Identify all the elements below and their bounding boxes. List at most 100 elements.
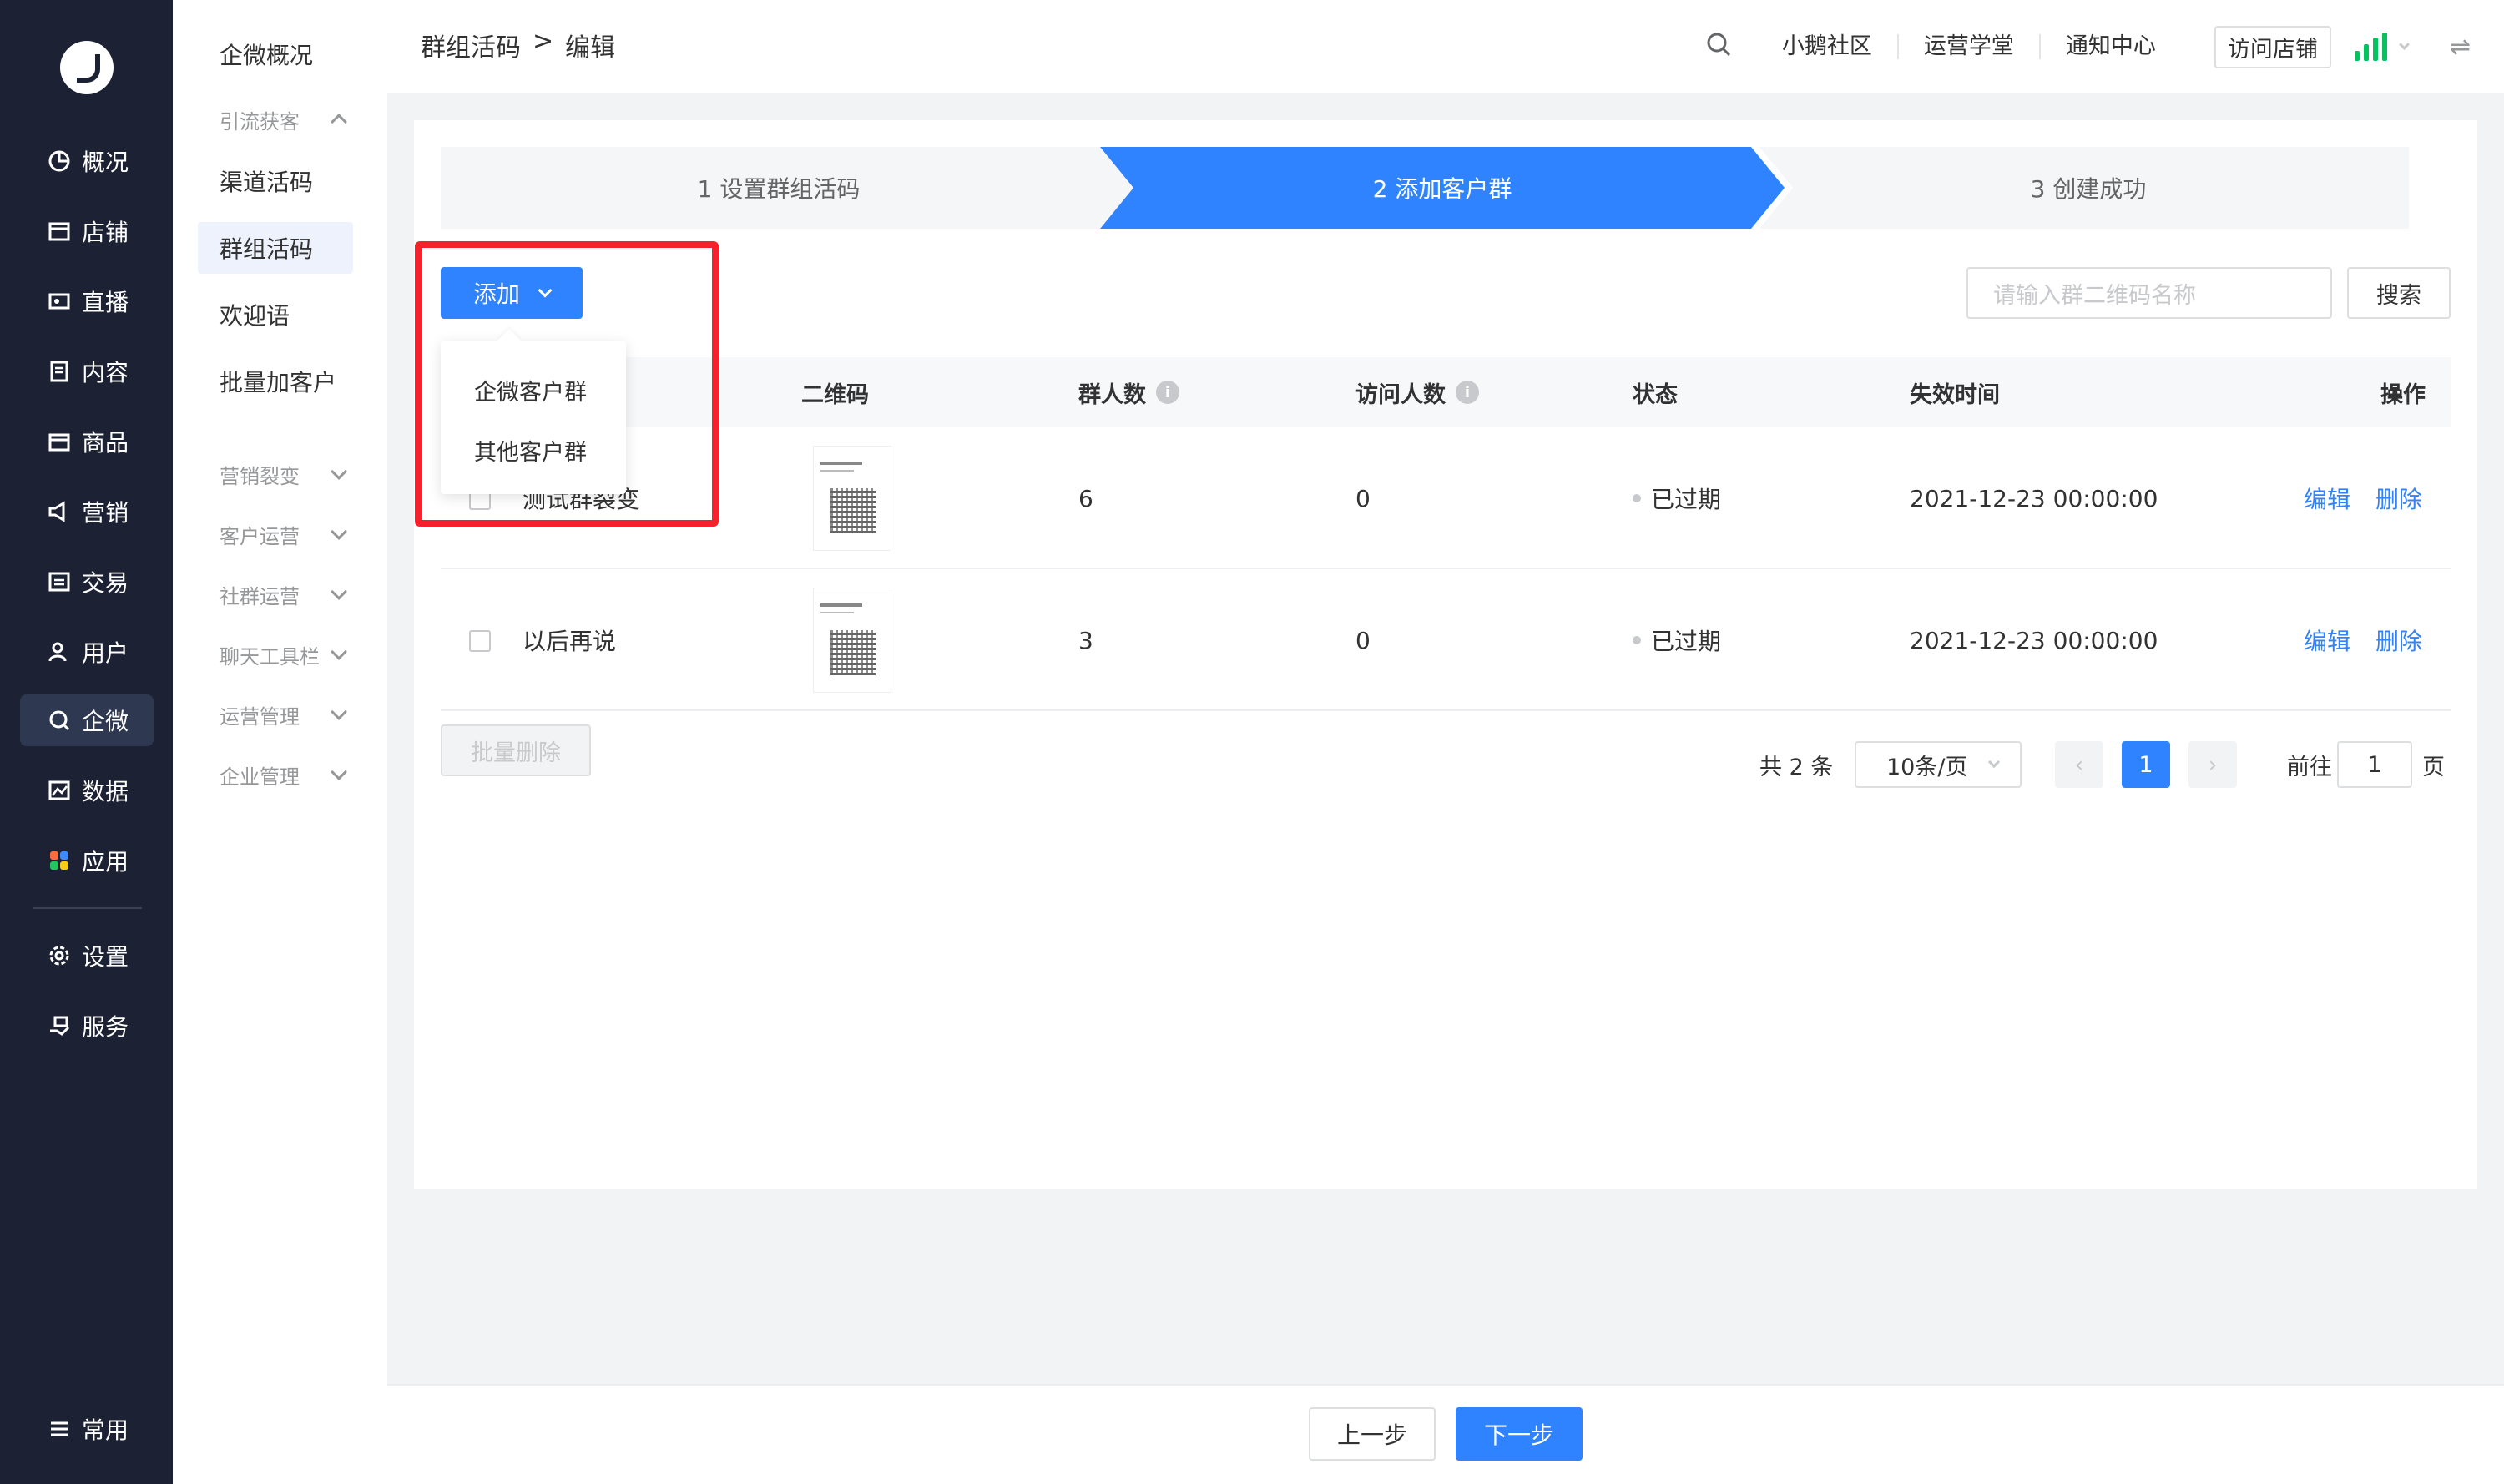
subnav-item-group-code[interactable]: 群组活码 [198,222,353,274]
chart-icon [45,776,73,805]
chevron-up-icon [331,114,347,130]
row-delete-link[interactable]: 删除 [2375,569,2422,711]
nav-item-common[interactable]: 常用 [20,1403,154,1455]
header-link-notifications[interactable]: 通知中心 [2041,34,2181,59]
pager-total: 共 2 条 [1759,754,1834,780]
chevron-right-icon: › [2208,751,2218,778]
next-step-button[interactable]: 下一步 [1456,1407,1583,1461]
subnav-group-community-ops[interactable]: 社群运营 [198,573,353,615]
step-2: 2 添加客户群 [1372,175,1512,203]
subnav-item-channel-code[interactable]: 渠道活码 [198,155,353,207]
row-delete-link[interactable]: 删除 [2375,427,2422,569]
row-status: 已过期 [1633,427,1721,569]
nav-item-settings[interactable]: 设置 [20,930,154,982]
subnav-group-enterprise-manage[interactable]: 企业管理 [198,754,353,795]
qr-code-image[interactable] [813,446,891,551]
pie-chart-icon [45,147,73,175]
step-3: 3 创建成功 [2030,175,2147,203]
header-links: 小鹅社区 运营学堂 通知中心 访问店铺 ⇌ [1680,23,2504,70]
nav-item-overview[interactable]: 概况 [20,135,154,187]
subnav-group-chat-toolbar[interactable]: 聊天工具栏 [198,633,353,675]
nav-item-marketing[interactable]: 营销 [20,486,154,538]
trade-icon [45,568,73,596]
row-expire: 2021-12-23 00:00:00 [1910,484,2158,512]
nav-item-goods[interactable]: 商品 [20,416,154,467]
nav-item-live[interactable]: 直播 [20,275,154,327]
switch-icon[interactable]: ⇌ [2450,33,2471,62]
chevron-down-icon [1987,755,2001,769]
gear-icon [45,941,73,970]
chevron-down-icon [331,523,347,540]
breadcrumb-parent[interactable]: 群组活码 [421,27,521,63]
nav-item-data[interactable]: 数据 [20,765,154,816]
page-size-select[interactable]: 10条/页 [1855,741,2022,788]
row-expire: 2021-12-23 00:00:00 [1910,626,2158,654]
col-actions: 操作 [2380,381,2426,408]
page-1-button[interactable]: 1 [2122,741,2170,788]
footer-bar [387,1384,2504,1484]
service-icon [45,1012,73,1040]
top-header: 群组活码 > 编辑 小鹅社区 运营学堂 通知中心 访问店铺 ⇌ [387,0,2504,93]
prev-step-button[interactable]: 上一步 [1309,1407,1436,1461]
next-page-button[interactable]: › [2188,741,2237,788]
row-members: 3 [1078,626,1093,654]
status-dot [1633,636,1641,644]
search-icon[interactable] [1680,31,1757,63]
col-expire: 失效时间 [1910,381,2000,408]
subnav-group-traffic[interactable]: 引流获客 [198,98,353,140]
info-icon[interactable]: i [1456,381,1479,404]
subnav-group-ops-manage[interactable]: 运营管理 [198,694,353,735]
col-qrcode: 二维码 [801,381,869,408]
prev-page-button[interactable]: ‹ [2055,741,2103,788]
chevron-down-icon [331,583,347,600]
col-visits: 访问人数 i [1355,357,1479,427]
nav-item-service[interactable]: 服务 [20,1000,154,1052]
chevron-left-icon: ‹ [2074,751,2084,778]
logo-icon[interactable] [60,41,114,94]
subnav-item-batch-add[interactable]: 批量加客户 [198,356,353,407]
nav-item-user[interactable]: 用户 [20,626,154,678]
sub-nav: 企微概况 引流获客 渠道活码 群组活码 欢迎语 批量加客户 营销裂变 客户运营 … [173,0,387,1484]
table-row: 以后再说 3 0 已过期 2021-12-23 00:00:00 编辑 删除 [441,569,2451,711]
subnav-group-customer-ops[interactable]: 客户运营 [198,513,353,555]
search-input[interactable]: 请输入群二维码名称 [1966,267,2332,319]
subnav-group-fission[interactable]: 营销裂变 [198,453,353,495]
wecom-icon [45,706,73,734]
visit-store-button[interactable]: 访问店铺 [2214,25,2331,68]
apps-icon [45,846,73,875]
goto-label: 前往 [2287,754,2332,780]
nav-item-apps[interactable]: 应用 [20,835,154,886]
document-icon [45,357,73,386]
row-name: 以后再说 [523,628,617,655]
chevron-down-icon[interactable] [2398,38,2410,50]
nav-item-content[interactable]: 内容 [20,346,154,397]
row-checkbox[interactable] [469,630,491,652]
row-visits: 0 [1355,626,1371,654]
chevron-down-icon [331,463,347,480]
info-icon[interactable]: i [1156,381,1179,404]
chevron-down-icon [331,704,347,720]
goto-page-input[interactable]: 1 [2337,741,2412,788]
breadcrumb-current: 编辑 [565,33,616,63]
row-members: 6 [1078,484,1093,512]
megaphone-icon [45,497,73,526]
row-edit-link[interactable]: 编辑 [2304,569,2350,711]
batch-delete-button[interactable]: 批量删除 [441,724,591,776]
row-visits: 0 [1355,484,1371,512]
subnav-item-overview[interactable]: 企微概况 [198,28,353,80]
breadcrumb: 群组活码 > 编辑 [421,27,615,63]
nav-item-trade[interactable]: 交易 [20,556,154,608]
highlight-box [415,241,719,527]
breadcrumb-separator: > [533,27,554,56]
row-edit-link[interactable]: 编辑 [2304,427,2350,569]
signal-icon[interactable] [2354,33,2387,61]
header-link-academy[interactable]: 运营学堂 [1899,34,2041,59]
header-link-community[interactable]: 小鹅社区 [1757,34,1899,59]
nav-item-store[interactable]: 店铺 [20,205,154,257]
nav-item-wecom[interactable]: 企微 [20,694,154,746]
col-members: 群人数 i [1078,357,1179,427]
nav-divider [33,907,142,909]
search-button[interactable]: 搜索 [2347,267,2451,319]
subnav-item-welcome[interactable]: 欢迎语 [198,289,353,341]
qr-code-image[interactable] [813,588,891,693]
